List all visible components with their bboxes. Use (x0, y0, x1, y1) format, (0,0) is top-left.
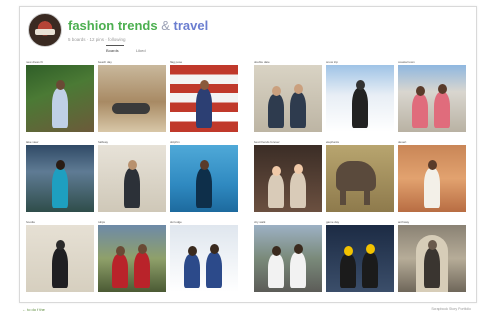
photo-thumbnail[interactable] (254, 225, 322, 292)
tab-liked[interactable]: Liked (136, 48, 146, 53)
photo-card[interactable]: ski lodge (170, 220, 238, 292)
photo-thumbnail[interactable] (326, 225, 394, 292)
active-tab-indicator (106, 45, 124, 46)
photo-card[interactable]: archway (398, 220, 466, 292)
avatar[interactable] (28, 13, 62, 47)
profile-header: fashion trends & travel 5 boards · 12 pi… (28, 13, 468, 59)
photo-card[interactable]: tulips (98, 220, 166, 292)
photo-thumbnail[interactable] (326, 65, 394, 132)
photo-card[interactable]: elephants (326, 140, 394, 212)
photo-card[interactable]: double date (254, 60, 322, 132)
title-part-2: travel (173, 18, 209, 33)
photo-card[interactable]: flag pose (170, 60, 238, 132)
photo-card[interactable]: desert (398, 140, 466, 212)
photo-thumbnail[interactable] (98, 65, 166, 132)
tab-boards[interactable]: Boards (106, 48, 119, 53)
photo-thumbnail[interactable] (254, 145, 322, 212)
photo-thumbnail[interactable] (98, 145, 166, 212)
photo-card[interactable]: new dress fit (26, 60, 94, 132)
photo-thumbnail[interactable] (398, 145, 466, 212)
page-title: fashion trends & travel (68, 18, 208, 33)
photo-card[interactable]: hallway (98, 140, 166, 212)
photo-thumbnail[interactable] (326, 145, 394, 212)
photo-thumbnail[interactable] (254, 65, 322, 132)
photo-thumbnail[interactable] (398, 65, 466, 132)
title-part-1: fashion trends (68, 18, 158, 33)
profile-meta: 5 boards · 12 pins · following (68, 37, 126, 42)
photo-card[interactable]: game day (326, 220, 394, 292)
photo-card[interactable]: city walk (254, 220, 322, 292)
photo-thumbnail[interactable] (398, 225, 466, 292)
photo-card[interactable]: snow trip (326, 60, 394, 132)
photo-thumbnail[interactable] (170, 65, 238, 132)
photo-thumbnail[interactable] (98, 225, 166, 292)
tab-bar: Boards Liked (106, 45, 216, 57)
photo-card[interactable]: lake view (26, 140, 94, 212)
title-amp: & (161, 18, 170, 33)
photo-thumbnail[interactable] (170, 145, 238, 212)
scrapbook-page: fashion trends & travel 5 boards · 12 pi… (19, 6, 477, 303)
footer-right-text: Scrapbook Story Portfolio (431, 307, 471, 311)
photo-card[interactable]: best friends forever (254, 140, 322, 212)
footer-left-text: ← to do f the (22, 307, 45, 312)
photo-card[interactable]: dolphin (170, 140, 238, 212)
photo-grid: new dress fit beach day flag pose double da… (26, 60, 472, 297)
photo-thumbnail[interactable] (26, 225, 94, 292)
photo-thumbnail[interactable] (26, 145, 94, 212)
photo-card[interactable]: coastal town (398, 60, 466, 132)
photo-thumbnail[interactable] (170, 225, 238, 292)
photo-thumbnail[interactable] (26, 65, 94, 132)
photo-card[interactable]: beach day (98, 60, 166, 132)
photo-card[interactable]: hoodie (26, 220, 94, 292)
